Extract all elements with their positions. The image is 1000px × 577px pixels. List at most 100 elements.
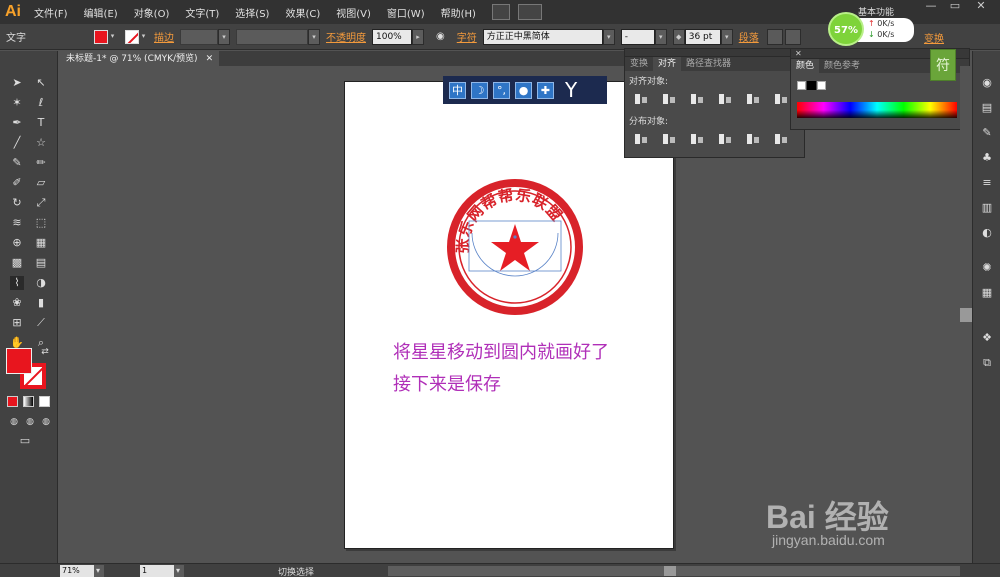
scale-tool-icon[interactable]: ⤢ [34,196,48,210]
selection-tool-icon[interactable]: ➤ [10,76,24,90]
paintbrush-tool-icon[interactable]: ✎ [10,156,24,170]
align-vertical-center-icon[interactable] [745,92,761,106]
fill-color-swatch-large[interactable] [6,348,32,374]
symbols-icon[interactable]: ♣ [980,151,994,165]
distribute-right-icon[interactable] [773,132,789,146]
pen-tool-icon[interactable]: ✒ [10,116,24,130]
free-transform-tool-icon[interactable]: ⬚ [34,216,48,230]
transparency-icon[interactable]: ◐ [980,226,994,240]
user-icon[interactable]: ● [515,81,532,99]
artboards-icon[interactable]: ⧉ [980,356,994,370]
layers-icon[interactable]: ❖ [980,331,994,345]
screen-mode-icon[interactable]: ▭ [18,434,32,448]
transform-link[interactable]: 变换 [924,30,944,45]
menu-window[interactable]: 窗口(W) [379,5,433,20]
menu-select[interactable]: 选择(S) [227,5,277,20]
menu-edit[interactable]: 编辑(E) [76,5,126,20]
zoom-dropdown-icon[interactable]: ▾ [94,565,104,577]
none-swatch[interactable] [797,81,806,90]
close-icon[interactable]: ✕ [970,0,992,14]
horizontal-scrollbar[interactable] [388,566,960,576]
warp-tool-icon[interactable]: ≋ [10,216,24,230]
variable-width-field[interactable] [236,28,308,45]
menu-file[interactable]: 文件(F) [26,5,76,20]
align-left-icon[interactable] [766,28,783,45]
eraser-tool-icon[interactable]: ▱ [34,176,48,190]
align-top-edge-icon[interactable] [717,92,733,106]
distribute-top-icon[interactable] [633,132,649,146]
font-family-field[interactable]: 方正正中黑简体 [482,28,603,45]
stroke-panel-icon[interactable]: ≡ [980,176,994,190]
color-spectrum[interactable] [797,102,957,118]
gradient-tool-icon[interactable]: ▤ [34,256,48,270]
font-style-field[interactable]: - [620,28,655,45]
slice-tool-icon[interactable]: ⟋ [34,316,48,330]
gradient-panel-icon[interactable]: ▥ [980,201,994,215]
draw-inside-icon[interactable]: ◍ [39,415,53,429]
align-left-edge-icon[interactable] [633,92,649,106]
font-style-dropdown-icon[interactable]: ▾ [654,28,667,45]
draw-behind-icon[interactable]: ◍ [23,415,37,429]
white-swatch[interactable] [817,81,826,90]
perspective-grid-tool-icon[interactable]: ▦ [34,236,48,250]
swap-colors-icon[interactable]: ⇄ [38,345,52,359]
font-size-stepper-icon[interactable]: ◆ [672,28,685,45]
stroke-color-swatch[interactable] [125,29,139,44]
graphic-styles-icon[interactable]: ▤ [980,101,994,115]
stroke-link[interactable]: 描边 [154,29,174,44]
rotate-tool-icon[interactable]: ↻ [10,196,24,210]
vertical-scroll-thumb[interactable] [960,308,972,322]
minimize-icon[interactable]: — [920,0,942,14]
pencil-tool-icon[interactable]: ✏ [34,156,48,170]
distribute-vcenter-icon[interactable] [661,132,677,146]
distribute-left-icon[interactable] [717,132,733,146]
tab-pathfinder[interactable]: 路径查找器 [681,57,736,71]
variable-width-dropdown-icon[interactable]: ▾ [308,28,320,45]
punctuation-icon[interactable]: °, [493,81,510,99]
maximize-icon[interactable]: ▭ [944,0,966,14]
mesh-tool-icon[interactable]: ▩ [10,256,24,270]
artboard-dropdown-icon[interactable]: ▾ [174,565,184,577]
menu-object[interactable]: 对象(O) [126,5,178,20]
type-tool-icon[interactable]: T [34,116,48,130]
direct-selection-tool-icon[interactable]: ↖ [34,76,48,90]
moon-icon[interactable]: ☽ [471,81,488,99]
brushes-icon[interactable]: ✎ [980,126,994,140]
menu-type[interactable]: 文字(T) [177,5,227,20]
draw-mode-icon[interactable]: ◍ [7,415,21,429]
tab-color-guide[interactable]: 颜色参考 [819,59,865,73]
appearance-icon[interactable]: ◉ [980,76,994,90]
align-horizontal-center-icon[interactable] [661,92,677,106]
align-center-icon[interactable] [784,28,801,45]
wrench-icon[interactable]: ✚ [537,81,554,99]
fu-plugin-icon[interactable]: 符 [930,49,956,81]
black-swatch[interactable] [807,81,816,90]
color-panel-icon[interactable]: ✺ [980,261,994,275]
swatches-icon[interactable]: ▦ [980,286,994,300]
font-size-dropdown-icon[interactable]: ▾ [720,28,733,45]
align-right-edge-icon[interactable] [689,92,705,106]
align-bottom-edge-icon[interactable] [773,92,789,106]
fill-color-swatch[interactable] [94,29,108,44]
vertical-scrollbar[interactable] [960,66,972,563]
close-tab-icon[interactable]: ✕ [206,52,214,66]
menu-view[interactable]: 视图(V) [328,5,379,20]
blend-tool-icon[interactable]: ◑ [34,276,48,290]
stroke-weight-dropdown-icon[interactable]: ▾ [218,28,230,45]
artboard-number-field[interactable]: 1 [140,565,174,577]
none-mode-swatch[interactable] [39,396,50,407]
stroke-dropdown-icon[interactable]: ▾ [139,29,148,45]
menu-help[interactable]: 帮助(H) [433,5,484,20]
menu-effect[interactable]: 效果(C) [277,5,328,20]
opacity-link[interactable]: 不透明度 [326,29,366,44]
tab-align[interactable]: 对齐 [653,57,682,71]
artboard-tool-icon[interactable]: ⊞ [10,316,24,330]
stamp-graphic[interactable]: 张乐网帮帮乐联盟 [445,177,585,317]
font-family-dropdown-icon[interactable]: ▾ [602,28,615,45]
color-mode-swatch[interactable] [7,396,18,407]
paragraph-link[interactable]: 段落 [739,29,759,44]
distribute-bottom-icon[interactable] [689,132,705,146]
arrange-documents-button[interactable] [517,4,542,20]
panel-title-bar[interactable] [625,49,804,57]
document-tab[interactable]: 未标题-1* @ 71% (CMYK/预览) ✕ [60,51,220,66]
